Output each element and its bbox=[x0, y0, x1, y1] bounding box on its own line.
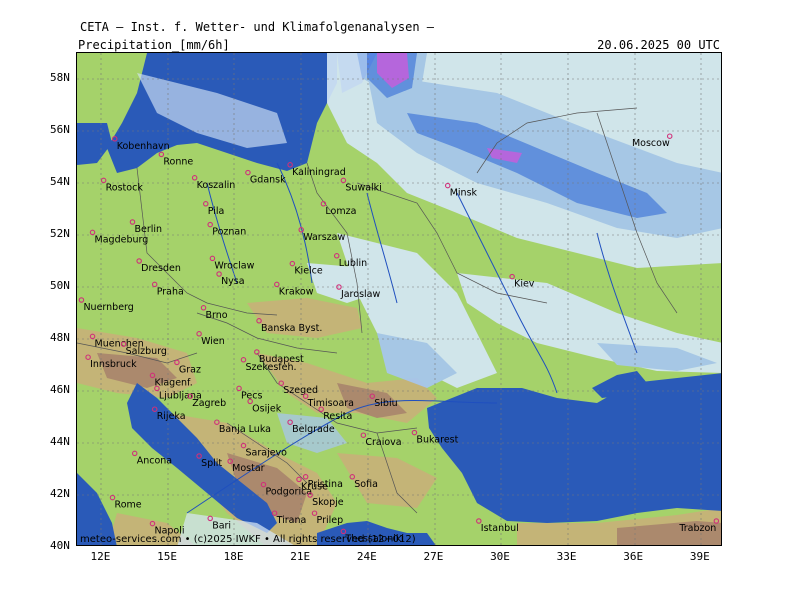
city-label: Kielce bbox=[294, 266, 323, 277]
city-label: Wroclaw bbox=[214, 260, 254, 271]
city-label: Innsbruck bbox=[90, 359, 137, 370]
footer-credit: meteo-services.com • (c)2025 IWKF • All … bbox=[80, 534, 416, 545]
city-label: Wien bbox=[201, 336, 225, 347]
city-label: Tirana bbox=[276, 515, 307, 526]
city-label: Bari bbox=[212, 520, 231, 531]
city-label: Nuernberg bbox=[83, 302, 133, 313]
city-label: Graz bbox=[179, 364, 201, 375]
city-label: Szeged bbox=[283, 385, 318, 396]
city-label: Moscow bbox=[632, 138, 670, 149]
city-label: Istanbul bbox=[481, 523, 519, 534]
lat-tick-label: 52N bbox=[50, 227, 70, 240]
city-label: Timisoara bbox=[307, 398, 354, 409]
city-label: Sofia bbox=[354, 479, 378, 490]
lon-tick-label: 39E bbox=[689, 550, 710, 563]
lon-tick-label: 33E bbox=[556, 550, 577, 563]
lon-tick-label: 24E bbox=[356, 550, 377, 563]
city-label: Banja Luka bbox=[219, 424, 271, 435]
lon-tick-label: 21E bbox=[290, 550, 311, 563]
city-label: Skopje bbox=[312, 497, 344, 508]
city-label: Banska Byst. bbox=[261, 323, 322, 334]
city-label: Belgrade bbox=[292, 424, 335, 435]
city-label: Suwalki bbox=[345, 182, 381, 193]
city-label: Resita bbox=[323, 411, 352, 422]
city-label: Klagenf. bbox=[154, 377, 192, 388]
city-label: Gdansk bbox=[250, 175, 286, 186]
city-label: Dresden bbox=[141, 263, 181, 274]
lon-tick-label: 18E bbox=[223, 550, 244, 563]
city-label: Trabzon bbox=[678, 523, 716, 534]
city-label: Osijek bbox=[252, 403, 282, 414]
parameter-label: Precipitation_[mm/6h] bbox=[78, 38, 230, 52]
city-label: Kaliningrad bbox=[292, 167, 346, 178]
city-label: Ancona bbox=[137, 455, 172, 466]
city-label: Krakow bbox=[279, 286, 314, 297]
city-label: Praha bbox=[157, 286, 184, 297]
city-label: Bukarest bbox=[416, 435, 458, 446]
city-label: Kiev bbox=[514, 279, 535, 290]
city-label: Warszaw bbox=[303, 232, 345, 243]
city-label: Rome bbox=[115, 500, 142, 511]
city-label: Podgorica bbox=[265, 487, 312, 498]
lat-tick-label: 42N bbox=[50, 487, 70, 500]
label-bar: Precipitation_[mm/6h] 20.06.2025 00 UTC bbox=[76, 38, 722, 52]
city-label: Magdeburg bbox=[95, 234, 149, 245]
map-frame: Kobenhavn Ronne Rostock Koszalin Gdansk Kalin… bbox=[76, 52, 722, 546]
page-title: CETA — Inst. f. Wetter- und Klimafolgena… bbox=[80, 20, 435, 34]
lat-tick-label: 40N bbox=[50, 539, 70, 552]
city-label: Zagreb bbox=[192, 398, 226, 409]
city-label: Pila bbox=[208, 206, 225, 217]
city-label: Rijeka bbox=[157, 411, 186, 422]
city-label: Prilep bbox=[317, 515, 344, 526]
city-label: Ronne bbox=[163, 156, 193, 167]
city-label: Jaroslaw bbox=[340, 289, 381, 300]
city-label: Sibiu bbox=[374, 398, 397, 409]
lon-tick-label: 15E bbox=[157, 550, 177, 563]
lat-tick-label: 44N bbox=[50, 435, 70, 448]
city-label: Brno bbox=[206, 310, 228, 321]
city-label: Minsk bbox=[450, 188, 478, 199]
datetime-label: 20.06.2025 00 UTC bbox=[597, 38, 720, 52]
city-label: Szekesfeh. bbox=[245, 362, 296, 373]
lat-tick-label: 58N bbox=[50, 71, 70, 84]
lon-tick-label: 27E bbox=[423, 550, 444, 563]
lat-tick-label: 46N bbox=[50, 383, 70, 396]
city-label: Sarajevo bbox=[245, 448, 287, 459]
lat-tick-label: 48N bbox=[50, 331, 70, 344]
city-label: Berlin bbox=[134, 224, 162, 235]
lon-tick-label: 30E bbox=[490, 550, 510, 563]
city-label: Rostock bbox=[106, 182, 144, 193]
city-label: Salzburg bbox=[126, 346, 167, 357]
city-label: Kobenhavn bbox=[117, 141, 170, 152]
precipitation-map: Kobenhavn Ronne Rostock Koszalin Gdansk Kalin… bbox=[77, 53, 721, 545]
city-label: Lomza bbox=[325, 206, 356, 217]
lon-tick-label: 36E bbox=[623, 550, 644, 563]
lat-tick-label: 56N bbox=[50, 123, 70, 136]
city-label: Nysa bbox=[221, 276, 245, 287]
city-label: Poznan bbox=[212, 227, 246, 238]
lon-tick-label: 12E bbox=[90, 550, 111, 563]
city-label: Lublin bbox=[339, 258, 367, 269]
lat-tick-label: 50N bbox=[50, 279, 70, 292]
city-label: Mostar bbox=[232, 463, 265, 474]
lat-tick-label: 54N bbox=[50, 175, 70, 188]
city-label: Split bbox=[201, 458, 222, 469]
city-label: Craiova bbox=[365, 437, 401, 448]
city-label: Koszalin bbox=[197, 180, 236, 191]
